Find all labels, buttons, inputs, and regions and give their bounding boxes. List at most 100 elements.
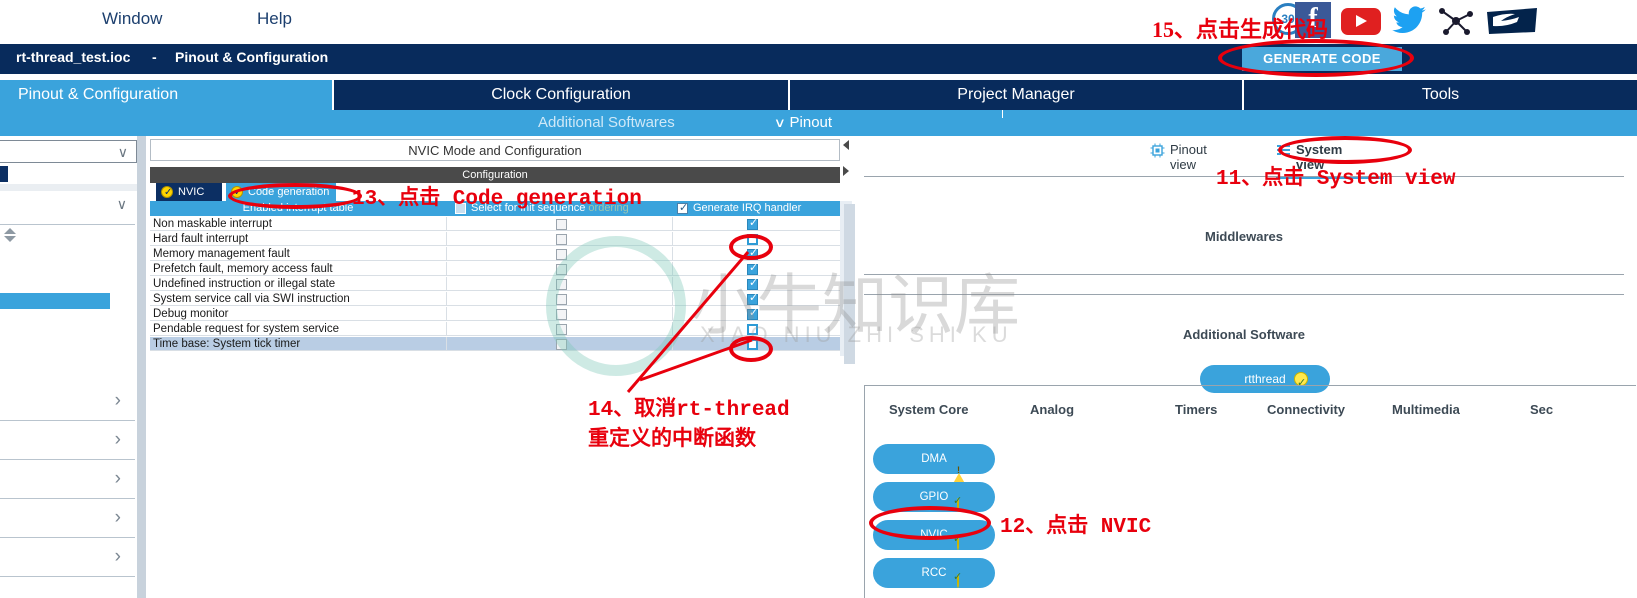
main-tab-strip: Pinout & Configuration Clock Configurati… — [0, 80, 1637, 110]
menu-item-window[interactable]: Window — [102, 9, 162, 29]
panel-scroll-up-arrow[interactable] — [843, 140, 855, 160]
dma-label: DMA — [921, 453, 947, 465]
category-header-analog[interactable]: Analog — [1030, 402, 1074, 417]
center-vertical-scrollbar[interactable] — [844, 204, 855, 364]
tab-project-manager[interactable]: Project Manager — [790, 80, 1242, 110]
irq-handler-header-checkbox[interactable] — [677, 201, 688, 216]
init-sequence-checkbox[interactable] — [556, 279, 567, 290]
irq-handler-checkbox[interactable] — [747, 246, 758, 260]
peripheral-button-rcc[interactable]: RCC — [873, 558, 995, 588]
category-header-multimedia[interactable]: Multimedia — [1392, 402, 1460, 417]
init-sequence-checkbox[interactable] — [556, 249, 567, 260]
tab-clock-configuration[interactable]: Clock Configuration — [334, 80, 788, 110]
table-row[interactable]: Undefined instruction or illegal state — [150, 276, 840, 291]
sidebar-collapsed-category[interactable]: › — [0, 537, 139, 577]
panel-scroll-down-arrow[interactable] — [843, 166, 855, 186]
pinout-label: Pinout — [789, 114, 833, 131]
spinner-control[interactable] — [4, 228, 16, 244]
sidebar-strip — [0, 184, 139, 191]
title-separator: - — [152, 49, 157, 65]
irq-handler-checkbox[interactable] — [747, 276, 758, 290]
irq-handler-checkbox[interactable] — [747, 324, 758, 335]
chevron-down-icon: ∨ — [117, 144, 128, 160]
sub-toolbar: Additional Softwares ∨ Pinout — [0, 110, 1637, 136]
middlewares-title: Middlewares — [1204, 229, 1284, 244]
additional-softwares-button[interactable]: Additional Softwares — [538, 114, 675, 131]
irq-handler-checkbox[interactable] — [747, 291, 758, 305]
init-sequence-checkbox[interactable] — [556, 234, 567, 245]
community-network-icon[interactable] — [1437, 5, 1475, 37]
init-sequence-checkbox[interactable] — [556, 309, 567, 320]
category-header-system-core[interactable]: System Core — [889, 402, 968, 417]
peripheral-button-dma[interactable]: DMA — [873, 444, 995, 487]
column-header-init-sequence[interactable]: Select for init sequence ordering — [447, 201, 672, 216]
tab-divider — [1242, 80, 1244, 110]
menu-item-help[interactable]: Help — [257, 9, 292, 29]
category-header-timers[interactable]: Timers — [1175, 402, 1217, 417]
status-ok-icon — [951, 490, 965, 512]
subbar-divider — [1002, 110, 1003, 118]
table-row[interactable]: Time base: System tick timer — [150, 337, 840, 351]
interrupt-name: Debug monitor — [153, 308, 229, 320]
init-sequence-checkbox[interactable] — [556, 264, 567, 275]
generate-code-button[interactable]: GENERATE CODE — [1242, 47, 1402, 71]
facebook-icon[interactable]: f — [1295, 2, 1331, 38]
sidebar-collapsed-category[interactable]: › — [0, 381, 139, 421]
init-sequence-checkbox[interactable] — [556, 324, 567, 335]
sidebar-collapsed-category[interactable]: › — [0, 420, 139, 460]
pinout-view-toggle[interactable]: Pinout view — [1150, 142, 1207, 172]
chevron-down-icon: ∨ — [116, 196, 127, 212]
mini-tab-code-generation-label: Code generation — [248, 186, 330, 198]
irq-handler-checkbox[interactable] — [747, 339, 758, 350]
chevron-down-icon: ∨ — [773, 115, 786, 130]
irq-handler-checkbox[interactable] — [747, 306, 758, 320]
chevron-right-icon: › — [114, 390, 121, 411]
nvic-panel-header: NVIC Mode and Configuration — [150, 139, 840, 161]
sidebar-selected-item[interactable] — [0, 293, 110, 309]
table-row[interactable]: Non maskable interrupt — [150, 216, 840, 231]
status-ok-icon — [951, 528, 965, 550]
sidebar-right-edge — [137, 136, 146, 598]
table-row[interactable]: Prefetch fault, memory access fault — [150, 261, 840, 276]
category-header-connectivity[interactable]: Connectivity — [1267, 402, 1345, 417]
irq-handler-label: Generate IRQ handler — [693, 202, 802, 214]
pinout-dropdown[interactable]: ∨ Pinout — [773, 114, 833, 131]
irq-handler-checkbox[interactable] — [747, 234, 758, 245]
system-view-toggle[interactable]: System view — [1276, 142, 1384, 179]
tab-tools[interactable]: Tools — [1244, 80, 1637, 110]
column-header-generate-irq-handler[interactable]: Generate IRQ handler — [673, 201, 840, 216]
twitter-icon[interactable] — [1392, 6, 1428, 36]
sidebar-collapsed-category[interactable]: › — [0, 459, 139, 499]
table-row[interactable]: Pendable request for system service — [150, 322, 840, 336]
rcc-label: RCC — [921, 567, 947, 579]
init-seq-label-fade: ordering — [585, 202, 629, 214]
init-sequence-checkbox[interactable] — [556, 219, 567, 230]
table-row[interactable]: System service call via SWI instruction — [150, 291, 840, 306]
mini-tab-code-generation[interactable]: Code generation — [226, 183, 336, 202]
peripheral-button-gpio[interactable]: GPIO — [873, 482, 995, 512]
tab-divider — [332, 80, 334, 110]
mini-tab-nvic[interactable]: NVIC — [156, 183, 222, 202]
st-logo-icon[interactable] — [1485, 6, 1539, 36]
section-divider — [864, 274, 1624, 275]
category-combo-box[interactable]: ∨ — [0, 140, 137, 163]
irq-handler-checkbox[interactable] — [747, 261, 758, 275]
peripheral-button-nvic[interactable]: NVIC — [873, 520, 995, 550]
table-row[interactable]: Debug monitor — [150, 306, 840, 321]
irq-handler-checkbox[interactable] — [747, 216, 758, 230]
category-header-security[interactable]: Sec — [1530, 402, 1553, 417]
interrupt-name: Prefetch fault, memory access fault — [153, 263, 333, 275]
tab-pinout-configuration[interactable]: Pinout & Configuration — [0, 80, 332, 110]
search-input[interactable]: ∨ — [0, 191, 139, 223]
table-row[interactable]: Hard fault interrupt — [150, 232, 840, 246]
sidebar-collapsed-category[interactable]: › — [0, 498, 139, 538]
youtube-icon[interactable] — [1341, 8, 1381, 35]
table-row[interactable]: Memory management fault — [150, 246, 840, 261]
chip-icon — [1150, 143, 1165, 158]
nvic-configuration-panel: NVIC Mode and Configuration Configuratio… — [146, 136, 856, 598]
init-sequence-checkbox[interactable] — [556, 294, 567, 305]
init-sequence-header-checkbox[interactable] — [455, 203, 466, 214]
init-sequence-checkbox[interactable] — [556, 339, 567, 350]
interrupt-name: Time base: System tick timer — [153, 338, 301, 350]
column-header-enabled-interrupt-table[interactable]: Enabled interrupt table — [150, 201, 446, 216]
